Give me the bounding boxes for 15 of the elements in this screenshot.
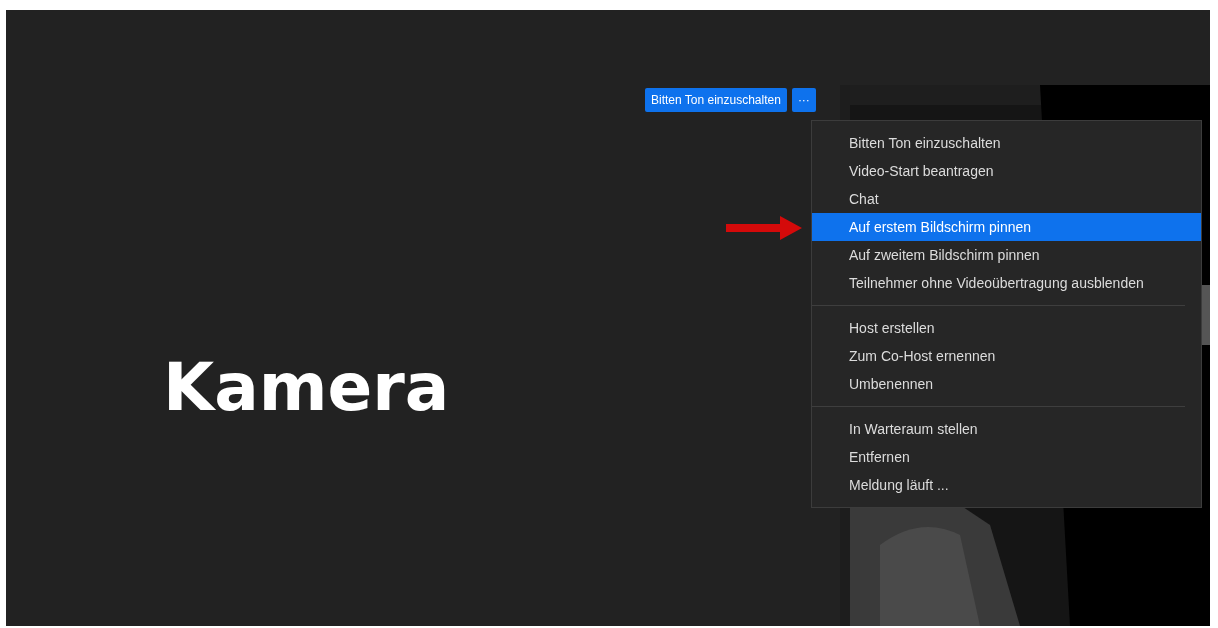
menu-item[interactable]: Auf erstem Bildschirm pinnen [812,213,1201,241]
menu-item[interactable]: Teilnehmer ohne Videoübertragung ausblenden [812,269,1201,297]
menu-item[interactable]: Zum Co-Host ernennen [812,342,1201,370]
menu-item[interactable]: Video-Start beantragen [812,157,1201,185]
menu-item[interactable]: Umbenennen [812,370,1201,398]
menu-item[interactable]: Entfernen [812,443,1201,471]
more-button[interactable]: ··· [791,88,816,112]
menu-item[interactable]: Auf zweitem Bildschirm pinnen [812,241,1201,269]
ask-unmute-button[interactable]: Bitten Ton einzuschalten [645,88,787,112]
menu-item[interactable]: In Warteraum stellen [812,415,1201,443]
menu-item[interactable]: Bitten Ton einzuschalten [812,129,1201,157]
menu-item[interactable]: Chat [812,185,1201,213]
menu-item[interactable]: Meldung läuft ... [812,471,1201,499]
menu-item[interactable]: Host erstellen [812,314,1201,342]
participant-name: Kamera [163,355,450,421]
